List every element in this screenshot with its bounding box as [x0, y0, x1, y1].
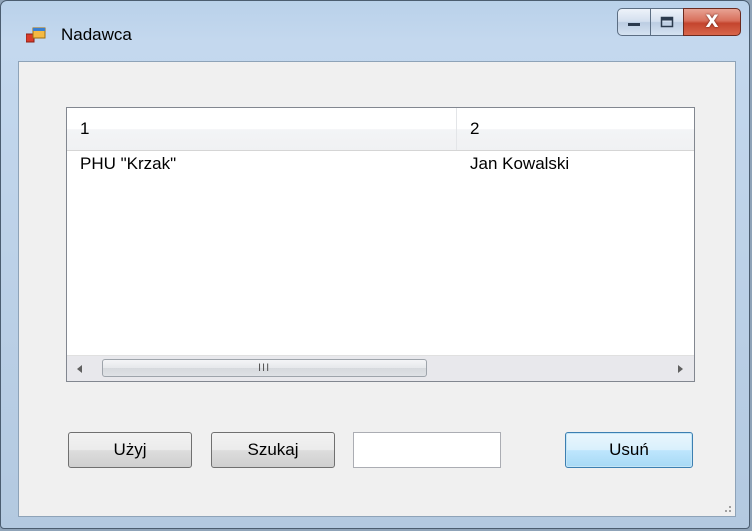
delete-button[interactable]: Usuń: [565, 432, 693, 468]
window-title: Nadawca: [61, 25, 132, 44]
title-bar[interactable]: Nadawca X: [1, 1, 749, 59]
form-client-area: 1 2 PHU "Krzak" Jan Kowalski III Użyj Sz…: [18, 61, 736, 517]
caption-buttons: X: [617, 8, 741, 38]
list-cell-person: Jan Kowalski: [470, 154, 570, 173]
use-button[interactable]: Użyj: [68, 432, 192, 468]
chevron-right-icon: [678, 364, 683, 373]
sender-list-view[interactable]: 1 2 PHU "Krzak" Jan Kowalski III: [66, 107, 695, 382]
maximize-button[interactable]: [650, 8, 684, 36]
search-input[interactable]: [353, 432, 501, 468]
search-button[interactable]: Szukaj: [211, 432, 335, 468]
scroll-left-button[interactable]: [67, 356, 93, 381]
list-cell-company: PHU "Krzak": [80, 154, 177, 173]
scroll-right-button[interactable]: [668, 356, 694, 381]
resize-grip-icon[interactable]: [720, 501, 732, 513]
horizontal-scrollbar[interactable]: III: [67, 355, 694, 381]
minimize-icon: [628, 23, 640, 26]
maximize-icon: [660, 16, 674, 28]
minimize-button[interactable]: [617, 8, 651, 36]
scroll-thumb[interactable]: III: [102, 359, 427, 377]
close-button[interactable]: X: [683, 8, 741, 36]
list-header: 1 2: [67, 108, 694, 151]
list-item[interactable]: PHU "Krzak" Jan Kowalski: [67, 150, 694, 178]
scroll-grip: III: [258, 362, 271, 374]
form-app-icon: [26, 27, 46, 43]
close-icon: X: [705, 12, 719, 32]
chevron-left-icon: [77, 364, 82, 373]
column-header-2[interactable]: 2: [457, 108, 694, 150]
dialog-window: Nadawca X 1 2 PHU "Krzak" Jan Kowalski I…: [0, 0, 750, 529]
column-header-1[interactable]: 1: [67, 108, 457, 150]
